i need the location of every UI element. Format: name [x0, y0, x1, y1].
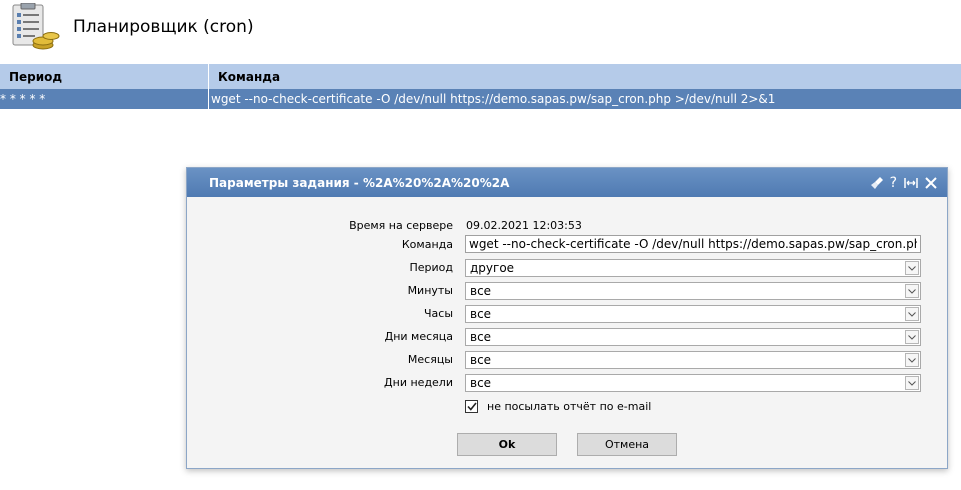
- maximize-icon[interactable]: [903, 177, 919, 189]
- help-icon[interactable]: ?: [890, 175, 897, 191]
- minutes-select-value: все: [470, 284, 492, 298]
- row-weekdays: Дни недели все: [187, 374, 947, 392]
- job-params-dialog: Параметры задания - %2A%20%2A%20%2A ? Вр…: [186, 167, 948, 469]
- period-select-value: другое: [470, 261, 515, 275]
- row-command: Команда: [187, 235, 947, 253]
- cell-period[interactable]: * * * * *: [0, 89, 209, 109]
- weekdays-select-value: все: [470, 376, 492, 390]
- days-of-month-label: Дни месяца: [384, 330, 453, 343]
- row-months: Месяцы все: [187, 351, 947, 369]
- dialog-title-buttons: ?: [870, 174, 937, 192]
- chevron-down-icon[interactable]: [905, 353, 919, 367]
- dialog-title: Параметры задания - %2A%20%2A%20%2A: [209, 176, 510, 190]
- hours-select-value: все: [470, 307, 492, 321]
- server-time-value: 09.02.2021 12:03:53: [466, 219, 582, 232]
- chevron-down-icon[interactable]: [905, 284, 919, 298]
- hours-select[interactable]: все: [465, 305, 921, 323]
- period-select[interactable]: другое: [465, 259, 921, 277]
- page-title: Планировщик (cron): [73, 17, 254, 37]
- row-hours: Часы все: [187, 305, 947, 323]
- chevron-down-icon[interactable]: [905, 376, 919, 390]
- period-label: Период: [409, 261, 453, 274]
- cell-command[interactable]: wget --no-check-certificate -O /dev/null…: [209, 89, 961, 109]
- row-server-time: Время на сервере 09.02.2021 12:03:53: [187, 217, 947, 235]
- dialog-titlebar[interactable]: Параметры задания - %2A%20%2A%20%2A ?: [187, 168, 947, 197]
- table-header-row: Период Команда: [0, 64, 961, 89]
- table-row[interactable]: * * * * * wget --no-check-certificate -O…: [0, 89, 961, 109]
- cancel-button[interactable]: Отмена: [577, 433, 677, 456]
- minutes-label: Минуты: [407, 284, 453, 297]
- weekdays-select[interactable]: все: [465, 374, 921, 392]
- no-email-checkbox[interactable]: [465, 400, 478, 413]
- months-select-value: все: [470, 353, 492, 367]
- days-of-month-select-value: все: [470, 330, 492, 344]
- row-period: Период другое: [187, 259, 947, 277]
- column-header-command[interactable]: Команда: [209, 64, 961, 89]
- chevron-down-icon[interactable]: [905, 307, 919, 321]
- command-input[interactable]: [465, 235, 921, 253]
- close-icon[interactable]: [925, 177, 937, 189]
- ok-button[interactable]: Ok: [457, 433, 557, 456]
- page-header: Планировщик (cron): [0, 0, 961, 62]
- hours-label: Часы: [423, 307, 453, 320]
- weekdays-label: Дни недели: [384, 376, 453, 389]
- chevron-down-icon[interactable]: [905, 330, 919, 344]
- months-select[interactable]: все: [465, 351, 921, 369]
- jobs-table: Период Команда * * * * * wget --no-check…: [0, 64, 961, 109]
- chevron-down-icon[interactable]: [905, 261, 919, 275]
- clipboard-coins-icon: [9, 2, 61, 51]
- broom-icon[interactable]: [870, 176, 884, 190]
- row-days-of-month: Дни месяца все: [187, 328, 947, 346]
- command-label: Команда: [401, 238, 453, 251]
- minutes-select[interactable]: все: [465, 282, 921, 300]
- days-of-month-select[interactable]: все: [465, 328, 921, 346]
- row-minutes: Минуты все: [187, 282, 947, 300]
- server-time-label: Время на сервере: [349, 219, 453, 232]
- no-email-label[interactable]: не посылать отчёт по e-mail: [487, 400, 651, 413]
- column-header-period[interactable]: Период: [0, 64, 209, 89]
- checkmark-icon: [466, 402, 477, 411]
- months-label: Месяцы: [407, 353, 453, 366]
